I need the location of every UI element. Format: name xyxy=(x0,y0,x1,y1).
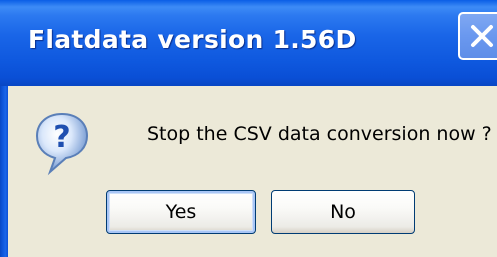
dialog-message: Stop the CSV data conversion now ? xyxy=(147,123,492,145)
close-icon xyxy=(471,25,493,47)
title-bar[interactable]: Flatdata version 1.56D xyxy=(0,0,497,86)
yes-button[interactable]: Yes xyxy=(106,190,256,234)
question-icon: ? xyxy=(34,112,90,176)
dialog-title: Flatdata version 1.56D xyxy=(28,25,357,54)
no-button[interactable]: No xyxy=(271,190,415,234)
svg-text:?: ? xyxy=(53,120,70,155)
close-button[interactable] xyxy=(458,12,497,60)
window-left-border xyxy=(0,86,8,257)
dialog-window: Flatdata version 1.56D ? Stop the CSV da… xyxy=(0,0,497,257)
